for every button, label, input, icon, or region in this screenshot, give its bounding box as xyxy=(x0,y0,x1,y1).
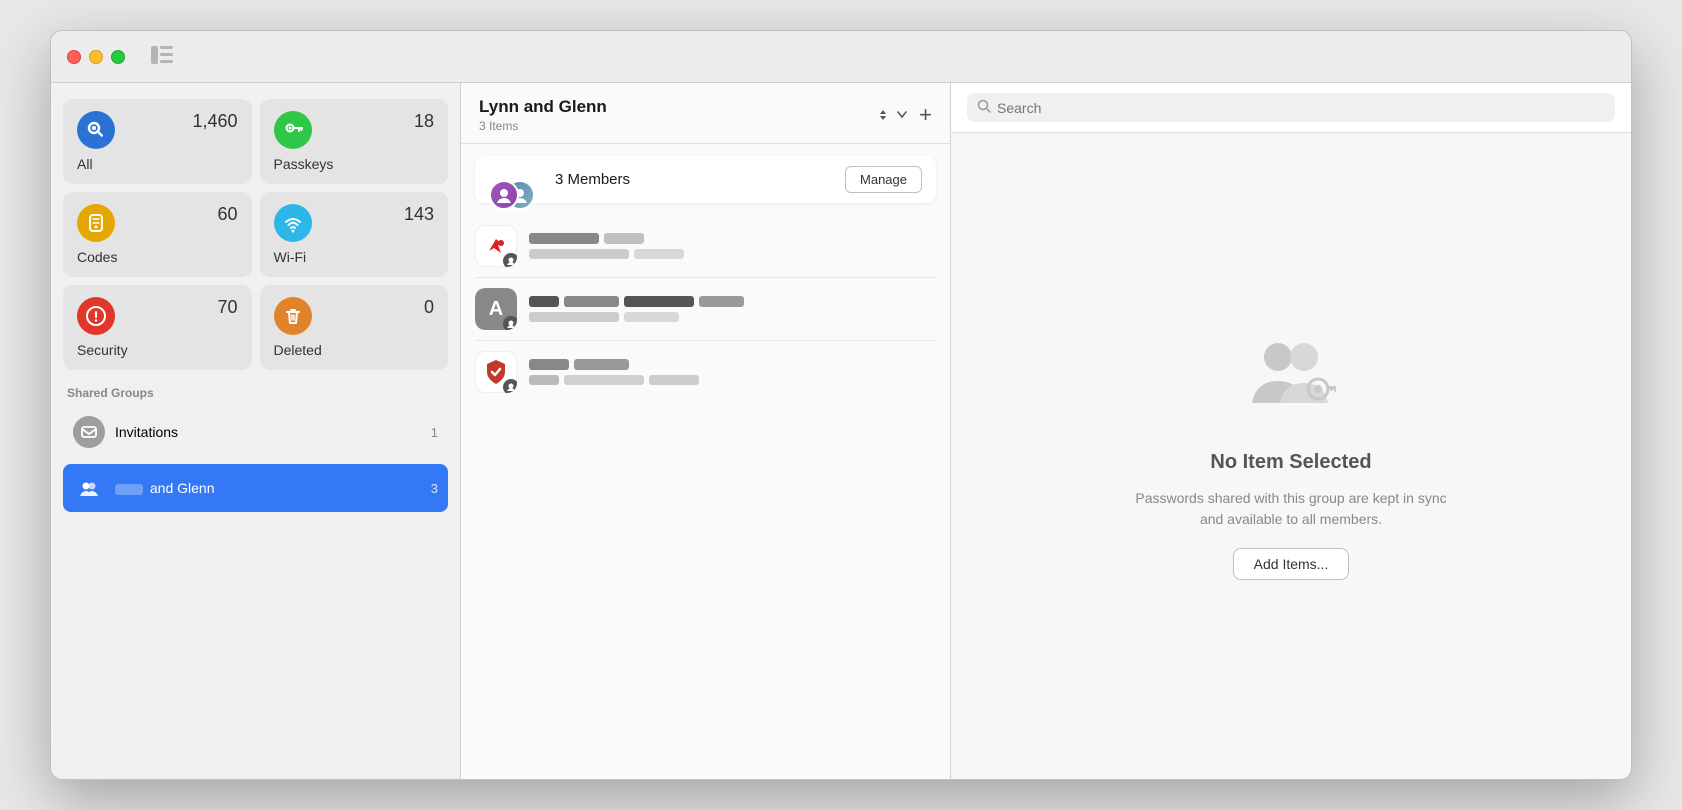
deleted-count: 0 xyxy=(424,297,434,318)
sidebar-item-wifi[interactable]: 143 Wi-Fi xyxy=(260,192,449,277)
security-label: Security xyxy=(77,342,238,358)
security-count: 70 xyxy=(217,297,237,318)
codes-count: 60 xyxy=(217,204,237,225)
item-2-badge xyxy=(503,316,517,330)
lynn-and-glenn-label: and Glenn xyxy=(115,480,421,496)
deleted-label: Deleted xyxy=(274,342,435,358)
card-top-all: 1,460 xyxy=(77,111,238,149)
header-actions: + xyxy=(873,104,932,126)
pw-info-2 xyxy=(529,296,936,322)
shared-badge-icon-2 xyxy=(506,319,516,329)
pw-name-3 xyxy=(529,359,936,370)
search-icon xyxy=(977,99,991,116)
content-area: 1,460 All xyxy=(51,83,1631,779)
right-panel: No Item Selected Passwords shared with t… xyxy=(951,83,1631,779)
card-top-security: 70 xyxy=(77,297,238,335)
all-count: 1,460 xyxy=(192,111,237,132)
card-top-deleted: 0 xyxy=(274,297,435,335)
sidebar: 1,460 All xyxy=(51,83,461,779)
pw-user-1 xyxy=(529,249,936,259)
no-item-title: No Item Selected xyxy=(1210,451,1371,474)
add-button[interactable]: + xyxy=(919,104,932,126)
deleted-icon xyxy=(274,297,312,335)
passkeys-icon xyxy=(274,111,312,149)
wifi-count: 143 xyxy=(404,204,434,225)
card-top-passkeys: 18 xyxy=(274,111,435,149)
pw-icon-3 xyxy=(475,351,517,393)
middle-title: Lynn and Glenn xyxy=(479,97,607,117)
no-item-desc: Passwords shared with this group are kep… xyxy=(1131,488,1451,530)
sidebar-item-codes[interactable]: 60 Codes xyxy=(63,192,252,277)
password-list: A xyxy=(461,215,950,779)
avatar-person-icon xyxy=(495,186,513,204)
search-input-wrap xyxy=(967,93,1615,122)
passkeys-label: Passkeys xyxy=(274,156,435,172)
security-icon xyxy=(77,297,115,335)
members-row: 3 Members Manage xyxy=(475,156,936,203)
pw-icon-1 xyxy=(475,225,517,267)
sort-icon xyxy=(873,107,893,123)
manage-button[interactable]: Manage xyxy=(845,166,922,193)
pw-name-2 xyxy=(529,296,936,307)
sidebar-item-lynn-and-glenn[interactable]: and Glenn 3 xyxy=(63,464,448,512)
no-item-area: No Item Selected Passwords shared with t… xyxy=(951,133,1631,779)
wifi-icon xyxy=(274,204,312,242)
passkeys-count: 18 xyxy=(414,111,434,132)
card-top-codes: 60 xyxy=(77,204,238,242)
password-item-2[interactable]: A xyxy=(475,278,936,341)
middle-header: Lynn and Glenn 3 Items + xyxy=(461,83,950,144)
middle-title-block: Lynn and Glenn 3 Items xyxy=(479,97,607,133)
shared-badge-icon-3 xyxy=(506,382,516,392)
search-input[interactable] xyxy=(997,100,1605,116)
chevron-down-icon xyxy=(897,111,907,119)
password-item-3[interactable] xyxy=(475,341,936,403)
shared-groups-section-title: Shared Groups xyxy=(63,386,448,400)
invitations-label: Invitations xyxy=(115,424,421,440)
item-1-badge xyxy=(503,253,517,267)
lynn-and-glenn-icon xyxy=(73,472,105,504)
sidebar-item-all[interactable]: 1,460 All xyxy=(63,99,252,184)
middle-panel: Lynn and Glenn 3 Items + xyxy=(461,83,951,779)
close-button[interactable] xyxy=(67,50,81,64)
pw-user-3 xyxy=(529,375,936,385)
sort-button[interactable] xyxy=(873,107,907,123)
no-item-icon xyxy=(1246,333,1336,429)
traffic-lights xyxy=(67,50,125,64)
sidebar-item-deleted[interactable]: 0 Deleted xyxy=(260,285,449,370)
pw-user-2 xyxy=(529,312,936,322)
pw-icon-2: A xyxy=(475,288,517,330)
members-count-text: 3 Members xyxy=(555,171,835,188)
titlebar xyxy=(51,31,1631,83)
item-3-badge xyxy=(503,379,517,393)
search-bar xyxy=(951,83,1631,133)
minimize-button[interactable] xyxy=(89,50,103,64)
shared-badge-icon xyxy=(506,256,516,266)
sidebar-item-invitations[interactable]: Invitations 1 xyxy=(63,408,448,456)
pw-name-1 xyxy=(529,233,936,244)
pw-info-3 xyxy=(529,359,936,385)
middle-subtitle: 3 Items xyxy=(479,119,607,133)
sidebar-item-passkeys[interactable]: 18 Passkeys xyxy=(260,99,449,184)
wifi-label: Wi-Fi xyxy=(274,249,435,265)
all-label: All xyxy=(77,156,238,172)
password-item-1[interactable] xyxy=(475,215,936,278)
lynn-and-glenn-count: 3 xyxy=(431,481,438,496)
pw-info-1 xyxy=(529,233,936,259)
card-top-wifi: 143 xyxy=(274,204,435,242)
codes-label: Codes xyxy=(77,249,238,265)
app-window: 1,460 All xyxy=(50,30,1632,780)
fullscreen-button[interactable] xyxy=(111,50,125,64)
category-grid: 1,460 All xyxy=(63,99,448,370)
sidebar-item-security[interactable]: 70 Security xyxy=(63,285,252,370)
avatar-1 xyxy=(489,180,519,210)
sidebar-toggle-button[interactable] xyxy=(149,44,175,69)
all-icon xyxy=(77,111,115,149)
codes-icon xyxy=(77,204,115,242)
add-items-button[interactable]: Add Items... xyxy=(1233,548,1350,580)
invitations-count: 1 xyxy=(431,425,438,440)
invitations-icon xyxy=(73,416,105,448)
sidebar-toggle-icon xyxy=(151,46,173,64)
